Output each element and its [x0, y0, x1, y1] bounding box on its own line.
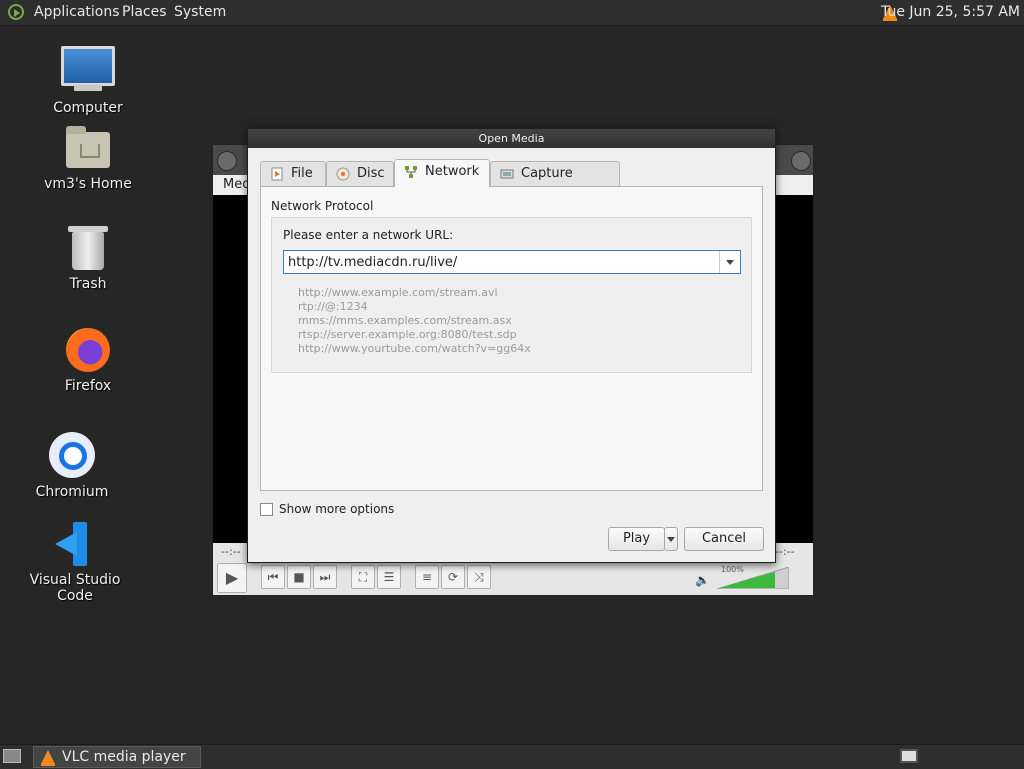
loop-icon[interactable]: ⟳ [441, 565, 465, 589]
tab-disc[interactable]: Disc [326, 161, 394, 186]
workspace-switcher-icon[interactable] [900, 749, 918, 763]
tab-network[interactable]: Network [394, 159, 490, 187]
url-input[interactable] [284, 251, 718, 273]
network-icon [405, 166, 417, 178]
chromium-icon [49, 432, 95, 478]
shuffle-icon[interactable]: ⤨ [467, 565, 491, 589]
playlist-icon[interactable]: ≡ [415, 565, 439, 589]
tab-label: Network [425, 164, 480, 179]
chevron-down-icon[interactable] [719, 251, 740, 273]
vscode-icon [53, 522, 97, 566]
stop-icon[interactable]: ■ [287, 565, 311, 589]
tab-label: File [291, 166, 313, 181]
capture-device-icon [500, 169, 514, 179]
desktop-icon-label: Chromium [35, 484, 109, 500]
desktop-icon-chromium[interactable]: Chromium [12, 432, 132, 500]
trash-icon [68, 226, 108, 270]
disc-icon [336, 167, 350, 181]
desktop-icon-trash[interactable]: Trash [28, 226, 148, 292]
open-media-dialog: Open Media File Disc Network Capture Dev… [247, 128, 776, 563]
file-icon [271, 167, 283, 181]
vlc-cone-icon [41, 750, 55, 766]
window-menu-button[interactable] [217, 151, 237, 171]
taskbar-label: VLC media player [62, 749, 186, 765]
play-button[interactable]: Play [608, 527, 665, 551]
chevron-down-icon [667, 537, 675, 542]
desktop-icon-firefox[interactable]: Firefox [28, 328, 148, 394]
elapsed-time: --:-- [221, 545, 241, 558]
clock[interactable]: Tue Jun 25, 5:57 AM [881, 4, 1020, 20]
places-menu[interactable]: Places [122, 4, 167, 20]
example-url: rtp://@:1234 [298, 300, 368, 313]
desktop-icon-label: Computer [53, 100, 123, 116]
example-url: mms://mms.examples.com/stream.asx [298, 314, 512, 327]
window-close-button[interactable] [791, 151, 811, 171]
example-url: http://www.example.com/stream.avi [298, 286, 498, 299]
desktop-icon-label: Firefox [64, 378, 112, 394]
volume-slider[interactable] [717, 567, 789, 589]
desktop-icon-label: Visual Studio Code [29, 572, 121, 604]
computer-icon [61, 46, 115, 91]
taskbar-vlc[interactable]: VLC media player [33, 746, 201, 768]
cancel-button[interactable]: Cancel [684, 527, 764, 551]
home-folder-icon [66, 126, 110, 168]
applications-menu[interactable]: Applications [34, 4, 120, 20]
total-time: --:-- [775, 545, 795, 558]
desktop-icon-computer[interactable]: Computer [28, 46, 148, 116]
desktop-icon-home[interactable]: vm3's Home [28, 126, 148, 192]
tab-file[interactable]: File [260, 161, 326, 186]
network-protocol-group: Please enter a network URL: http://www.e… [271, 217, 752, 373]
fullscreen-icon[interactable]: ⛶ [351, 565, 375, 589]
top-panel: Applications Places System Tue Jun 25, 5… [0, 0, 1024, 26]
show-more-options-checkbox[interactable] [260, 503, 273, 516]
previous-icon[interactable]: ⏮ [261, 565, 285, 589]
speaker-icon[interactable]: 🔈 [695, 573, 710, 587]
tab-capture-device[interactable]: Capture Device [490, 161, 620, 205]
gnome-foot-icon[interactable] [8, 4, 24, 20]
network-tab-panel: Network Protocol Please enter a network … [260, 186, 763, 491]
play-dropdown-button[interactable] [664, 527, 678, 551]
extended-settings-icon[interactable]: ☰ [377, 565, 401, 589]
show-desktop-icon[interactable] [3, 749, 21, 763]
example-url: http://www.yourtube.com/watch?v=gg64x [298, 342, 531, 355]
url-combobox[interactable] [283, 250, 741, 274]
show-more-options-label[interactable]: Show more options [279, 502, 394, 516]
example-url: rtsp://server.example.org:8080/test.sdp [298, 328, 517, 341]
next-icon[interactable]: ⏭ [313, 565, 337, 589]
group-title: Network Protocol [271, 199, 374, 213]
dialog-title[interactable]: Open Media [248, 129, 775, 148]
url-label: Please enter a network URL: [283, 228, 454, 242]
desktop-icon-label: Trash [69, 276, 107, 292]
tab-label: Disc [357, 166, 385, 181]
bottom-panel: VLC media player [0, 744, 1024, 769]
desktop-icon-vscode[interactable]: Visual Studio Code [14, 522, 136, 604]
firefox-icon [66, 328, 110, 372]
system-menu[interactable]: System [174, 4, 226, 20]
desktop-icon-label: vm3's Home [44, 176, 132, 192]
play-icon[interactable]: ▶ [217, 563, 247, 593]
